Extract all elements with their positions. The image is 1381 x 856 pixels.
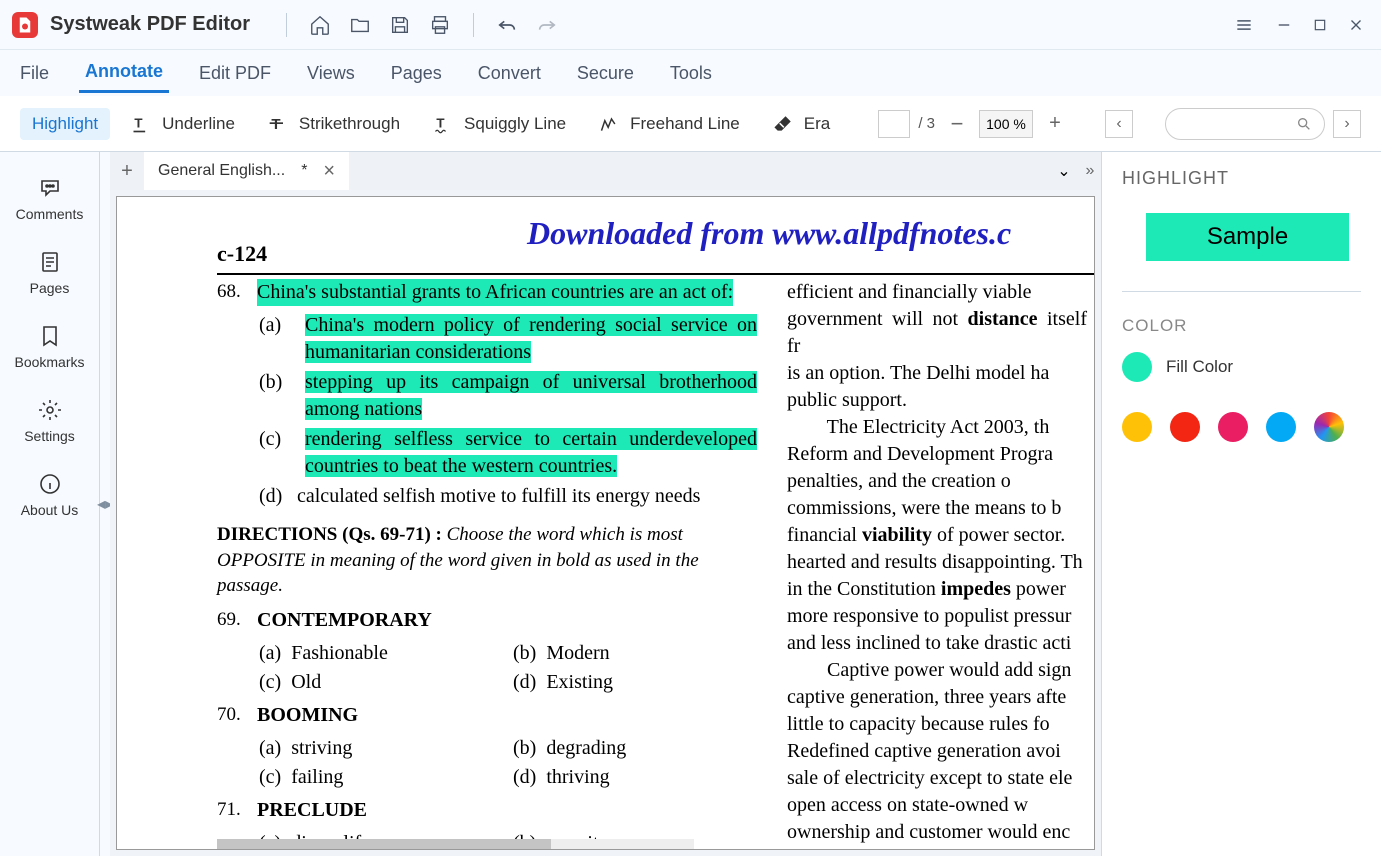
menu-convert[interactable]: Convert <box>472 55 547 92</box>
tool-highlight[interactable]: Highlight <box>20 108 110 140</box>
color-yellow[interactable] <box>1122 412 1152 442</box>
pages-icon <box>38 250 62 274</box>
tab-dirty-indicator: * <box>301 162 307 180</box>
page-number-input[interactable] <box>878 110 910 138</box>
zoom-in-button[interactable]: + <box>1041 110 1069 138</box>
close-icon[interactable] <box>1343 12 1369 38</box>
comments-icon <box>38 176 62 200</box>
sidebar-about[interactable]: About Us <box>0 458 99 532</box>
strikethrough-icon: T <box>267 113 289 135</box>
open-folder-icon[interactable] <box>347 12 373 38</box>
menu-secure[interactable]: Secure <box>571 55 640 92</box>
hamburger-icon[interactable] <box>1231 12 1257 38</box>
horizontal-scrollbar[interactable] <box>217 839 694 849</box>
annotation-toolbar: Highlight TUnderline TStrikethrough TSqu… <box>0 96 1381 152</box>
squiggly-icon: T <box>432 113 454 135</box>
undo-icon[interactable] <box>494 12 520 38</box>
document-tab[interactable]: General English... * × <box>144 152 349 190</box>
app-logo-icon <box>12 12 38 38</box>
tab-title: General English... <box>158 162 285 180</box>
menu-editpdf[interactable]: Edit PDF <box>193 55 277 92</box>
menu-pages[interactable]: Pages <box>385 55 448 92</box>
titlebar: Systweak PDF Editor <box>0 0 1381 50</box>
tool-eraser[interactable]: Era <box>760 107 842 141</box>
tool-squiggly[interactable]: TSquiggly Line <box>420 107 578 141</box>
menu-file[interactable]: File <box>14 55 55 92</box>
page-total: / 3 <box>918 115 935 132</box>
tool-underline[interactable]: TUnderline <box>118 107 247 141</box>
sidebar-settings[interactable]: Settings <box>0 384 99 458</box>
svg-text:T: T <box>134 115 142 130</box>
tab-close-icon[interactable]: × <box>323 160 335 183</box>
home-icon[interactable] <box>307 12 333 38</box>
tool-strikethrough[interactable]: TStrikethrough <box>255 107 412 141</box>
app-title: Systweak PDF Editor <box>50 13 250 36</box>
scrollbar-thumb[interactable] <box>217 839 551 849</box>
sidebar-bookmarks[interactable]: Bookmarks <box>0 310 99 384</box>
color-picker-icon[interactable] <box>1314 412 1344 442</box>
highlight-sample: Sample <box>1146 213 1349 261</box>
print-icon[interactable] <box>427 12 453 38</box>
menu-views[interactable]: Views <box>301 55 361 92</box>
panel-title: HIGHLIGHT <box>1122 168 1361 189</box>
underline-icon: T <box>130 113 152 135</box>
svg-text:T: T <box>271 116 280 133</box>
search-input[interactable] <box>1165 108 1325 140</box>
tool-freehand[interactable]: Freehand Line <box>586 107 752 141</box>
save-icon[interactable] <box>387 12 413 38</box>
sidebar: Comments Pages Bookmarks Settings About … <box>0 152 100 856</box>
menu-annotate[interactable]: Annotate <box>79 53 169 93</box>
sidebar-comments[interactable]: Comments <box>0 162 99 236</box>
minimize-icon[interactable] <box>1271 12 1297 38</box>
color-blue[interactable] <box>1266 412 1296 442</box>
split-handle[interactable]: ◂▸ <box>100 152 110 856</box>
gear-icon <box>38 398 62 422</box>
info-icon <box>38 472 62 496</box>
sidebar-pages[interactable]: Pages <box>0 236 99 310</box>
document-tabs: + General English... * × ⌄ » <box>110 152 1101 190</box>
pdf-page[interactable]: Downloaded from www.allpdfnotes.c c-124 … <box>116 196 1095 850</box>
svg-text:T: T <box>436 115 444 130</box>
eraser-icon <box>772 113 794 135</box>
next-page-button[interactable]: › <box>1333 110 1361 138</box>
color-section-label: COLOR <box>1122 316 1361 336</box>
expand-right-icon[interactable]: » <box>1079 162 1101 180</box>
zoom-out-button[interactable]: − <box>943 110 971 138</box>
color-red[interactable] <box>1170 412 1200 442</box>
doc-body: 68.China's substantial grants to African… <box>217 279 1094 850</box>
doc-separator <box>217 273 1094 275</box>
fill-color-swatch[interactable] <box>1122 352 1152 382</box>
doc-banner: Downloaded from www.allpdfnotes.c <box>527 215 1011 252</box>
zoom-level[interactable]: 100 % <box>979 110 1033 138</box>
fill-color-label: Fill Color <box>1166 357 1233 377</box>
menubar: File Annotate Edit PDF Views Pages Conve… <box>0 50 1381 96</box>
search-icon <box>1296 116 1312 132</box>
menu-tools[interactable]: Tools <box>664 55 718 92</box>
doc-page-label: c-124 <box>217 241 267 267</box>
redo-icon[interactable] <box>534 12 560 38</box>
prev-page-button[interactable]: ‹ <box>1105 110 1133 138</box>
freehand-icon <box>598 113 620 135</box>
tabs-menu-button[interactable]: ⌄ <box>1049 161 1079 181</box>
bookmark-icon <box>38 324 62 348</box>
add-tab-button[interactable]: + <box>110 152 144 190</box>
color-pink[interactable] <box>1218 412 1248 442</box>
maximize-icon[interactable] <box>1307 12 1333 38</box>
highlight-properties-panel: HIGHLIGHT Sample COLOR Fill Color <box>1101 152 1381 856</box>
